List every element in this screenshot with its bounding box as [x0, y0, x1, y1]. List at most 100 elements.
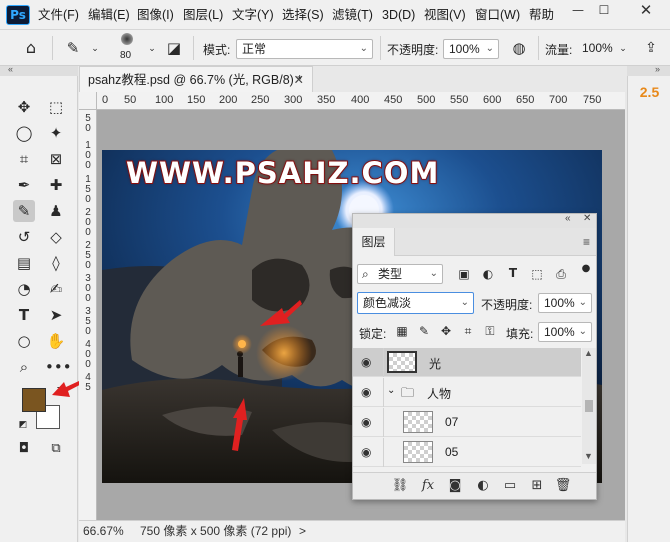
zoom-icon[interactable]: ⌕ — [13, 356, 35, 378]
close-icon[interactable]: ✕ — [630, 0, 662, 22]
menu-file[interactable]: 文件(F) — [38, 0, 79, 30]
lock-position-icon[interactable]: ✥ — [439, 324, 453, 338]
dodge-icon[interactable]: ◔ — [13, 278, 35, 300]
foreground-color-swatch[interactable] — [22, 388, 46, 412]
collapse-icon[interactable]: » — [655, 64, 660, 74]
panel-menu-icon[interactable]: ≡ — [583, 235, 590, 249]
brush-preset-icon[interactable]: ✎ — [62, 37, 84, 59]
pressure-opacity-icon[interactable]: ◍ — [508, 37, 530, 59]
move-icon[interactable]: ✥ — [13, 96, 35, 118]
layer-thumbnail[interactable] — [387, 351, 417, 373]
filter-toggle-icon[interactable]: ● — [579, 263, 593, 274]
lock-transparent-icon[interactable]: ▦ — [395, 324, 409, 338]
lock-all-icon[interactable]: ⚿ — [483, 324, 497, 339]
magic-wand-icon[interactable]: ✦ — [45, 122, 67, 144]
horizontal-ruler[interactable]: 0 50 100 150 200 250 300 350 400 450 500… — [97, 92, 625, 110]
brush-icon[interactable]: ✎ — [13, 200, 35, 222]
menu-help[interactable]: 帮助 — [529, 0, 554, 30]
crop-icon[interactable]: ⌗ — [13, 148, 35, 170]
ruler-corner[interactable] — [79, 92, 97, 110]
layer-row[interactable]: ◉ 光 — [353, 348, 581, 377]
lock-image-icon[interactable]: ✎ — [417, 324, 431, 338]
ellipse-icon[interactable]: ○ — [13, 330, 35, 352]
panel-value[interactable]: 2.5 — [628, 84, 670, 100]
layer-name[interactable]: 07 — [445, 415, 458, 429]
layer-thumbnail[interactable] — [403, 441, 433, 463]
status-menu-arrow[interactable]: > — [299, 521, 306, 541]
eye-icon[interactable]: ◉ — [361, 355, 371, 369]
frame-icon[interactable]: ⊠ — [45, 148, 67, 170]
vertical-ruler[interactable]: 5 0 1 0 0 1 5 0 2 0 0 2 5 0 3 0 0 3 5 0 … — [79, 110, 97, 520]
type-icon[interactable]: T — [13, 304, 35, 326]
layers-scrollbar[interactable]: ▲ ▼ — [582, 348, 596, 464]
healing-icon[interactable]: ✚ — [45, 174, 67, 196]
collapse-icon[interactable]: « — [8, 64, 13, 74]
right-collapse-strip[interactable]: » — [627, 64, 670, 76]
brush-settings-icon[interactable]: ◪ — [163, 37, 185, 59]
filter-smart-object-icon[interactable]: ⎙ — [554, 267, 568, 282]
layer-row[interactable]: ◉ 07 — [353, 408, 581, 437]
gradient-icon[interactable]: ▤ — [13, 252, 35, 274]
flow-input[interactable]: 100% — [582, 39, 613, 59]
collapse-icon[interactable]: « — [565, 213, 571, 224]
adjustment-layer-icon[interactable]: ◐ — [474, 478, 492, 493]
tab-layers[interactable]: 图层 — [353, 228, 395, 256]
fill-input[interactable]: 100% ⌄ — [538, 322, 592, 342]
hand-icon[interactable]: ✋ — [45, 330, 67, 352]
eye-icon[interactable]: ◉ — [361, 415, 371, 429]
filter-pixel-icon[interactable]: ▣ — [457, 267, 471, 281]
maximize-icon[interactable]: ☐ — [588, 0, 620, 22]
new-group-icon[interactable]: ▭ — [501, 478, 519, 493]
eyedropper-icon[interactable]: ✒ — [13, 174, 35, 196]
filter-shape-icon[interactable]: ⬚ — [530, 267, 544, 281]
mode-select[interactable]: 正常 ⌄ — [236, 39, 373, 59]
layer-thumbnail[interactable] — [403, 411, 433, 433]
pen-icon[interactable]: ✍ — [45, 278, 67, 300]
menu-edit[interactable]: 编辑(E) — [88, 0, 130, 30]
layer-row[interactable]: ◉ 05 — [353, 438, 581, 467]
history-brush-icon[interactable]: ↺ — [13, 226, 35, 248]
eye-icon[interactable]: ◉ — [361, 445, 371, 459]
new-layer-icon[interactable]: ⊞ — [528, 478, 546, 493]
layer-name[interactable]: 人物 — [427, 385, 451, 402]
menu-3d[interactable]: 3D(D) — [382, 0, 415, 30]
marquee-icon[interactable]: ⬚ — [45, 96, 67, 118]
delete-layer-icon[interactable]: 🗑 — [554, 478, 572, 493]
scroll-down-icon[interactable]: ▼ — [584, 451, 593, 461]
chevron-down-icon[interactable]: ⌄ — [612, 38, 634, 60]
panel-titlebar[interactable]: « ✕ — [353, 213, 596, 228]
lock-artboard-icon[interactable]: ⌗ — [461, 324, 475, 339]
chevron-down-icon[interactable]: ⌄ — [387, 385, 395, 396]
filter-type-icon[interactable]: T — [506, 266, 520, 280]
blur-icon[interactable]: ◊ — [45, 252, 67, 274]
layer-name[interactable]: 光 — [429, 355, 441, 372]
screen-mode-icon[interactable]: ⧉ — [45, 438, 67, 460]
lasso-icon[interactable]: ◯ — [13, 122, 35, 144]
fx-icon[interactable]: fx — [419, 478, 437, 493]
menu-window[interactable]: 窗口(W) — [475, 0, 520, 30]
tools-collapse-strip[interactable]: « — [0, 64, 78, 76]
path-select-icon[interactable]: ➤ — [45, 304, 67, 326]
close-icon[interactable]: ✕ — [294, 67, 304, 93]
document-tab[interactable]: psahz教程.psd @ 66.7% (光, RGB/8) * ✕ — [79, 66, 313, 92]
menu-type[interactable]: 文字(Y) — [232, 0, 274, 30]
menu-filter[interactable]: 滤镜(T) — [332, 0, 373, 30]
zoom-level[interactable]: 66.67% — [83, 521, 124, 541]
stamp-icon[interactable]: ♟ — [45, 200, 67, 222]
default-colors-icon[interactable]: ◩ — [12, 414, 34, 436]
close-icon[interactable]: ✕ — [583, 213, 591, 224]
filter-adjustment-icon[interactable]: ◐ — [481, 267, 495, 281]
layer-group-row[interactable]: ◉ ⌄ 🗀 人物 — [353, 378, 581, 407]
share-icon[interactable]: ⇪ — [640, 37, 662, 59]
menu-layer[interactable]: 图层(L) — [183, 0, 223, 30]
eraser-icon[interactable]: ◇ — [45, 226, 67, 248]
home-icon[interactable]: ⌂ — [20, 37, 42, 59]
chevron-down-icon[interactable]: ⌄ — [141, 38, 163, 60]
add-mask-icon[interactable]: ◙ — [446, 478, 464, 493]
opacity-input[interactable]: 100% ⌄ — [443, 39, 499, 59]
layer-opacity-input[interactable]: 100% ⌄ — [538, 293, 592, 313]
scroll-up-icon[interactable]: ▲ — [584, 348, 593, 358]
brush-size-preview[interactable] — [121, 33, 133, 45]
quick-mask-icon[interactable]: ◘ — [13, 438, 35, 460]
menu-image[interactable]: 图像(I) — [137, 0, 174, 30]
